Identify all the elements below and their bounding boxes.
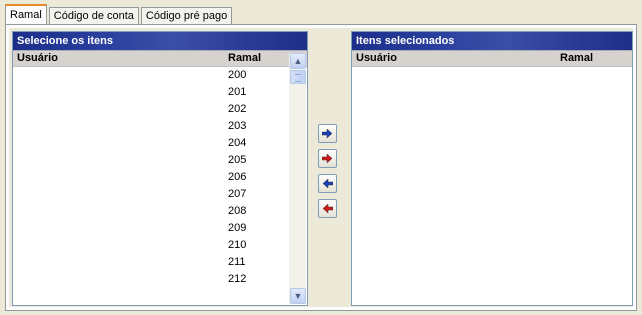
move-left-button[interactable] [318,174,337,193]
move-buttons [318,124,340,224]
ramal-cell: 206 [228,171,247,183]
double-arrow-right-icon [322,154,333,163]
ramal-cell: 200 [228,69,247,81]
arrow-left-icon [322,179,333,188]
tab-codigo-de-conta[interactable]: Código de conta [48,7,139,24]
scroll-up-button[interactable]: ▲ [290,53,306,69]
ramal-cell: 207 [228,188,247,200]
list-item[interactable]: 201 [13,84,307,101]
ramal-cell: 202 [228,103,247,115]
ramal-cell: 210 [228,239,247,251]
available-items-list: 200 201 202 203 204 205 206 207 208 209 210 211 212 [13,67,307,288]
available-items-column-headers: Usuário Ramal [13,51,307,67]
ramal-cell: 203 [228,120,247,132]
list-item[interactable]: 206 [13,169,307,186]
tab-panel: Selecione os itens Usuário Ramal 200 201 2… [5,24,637,311]
selected-items-title: Itens selecionados [352,32,632,51]
double-arrow-left-icon [322,204,333,213]
ramal-cell: 211 [228,256,246,268]
list-item[interactable]: 209 [13,220,307,237]
column-header-ramal[interactable]: Ramal [560,51,593,66]
list-item[interactable]: 212 [13,271,307,288]
ramal-cell: 201 [228,86,247,98]
window: Ramal Código de conta Código pré pago Se… [0,0,642,315]
ramal-cell: 205 [228,154,247,166]
available-items-title: Selecione os itens [13,32,307,51]
list-item[interactable]: 200 [13,67,307,84]
available-items-panel: Selecione os itens Usuário Ramal 200 201 2… [12,31,308,306]
list-item[interactable]: 208 [13,203,307,220]
ramal-cell: 212 [228,273,247,285]
tab-content: Selecione os itens Usuário Ramal 200 201 2… [9,28,633,307]
ramal-cell: 208 [228,205,247,217]
scroll-down-button[interactable]: ▼ [290,288,306,304]
list-item[interactable]: 203 [13,118,307,135]
selected-items-column-headers: Usuário Ramal [352,51,632,67]
tab-ramal[interactable]: Ramal [5,4,47,24]
move-all-right-button[interactable] [318,149,337,168]
ramal-cell: 204 [228,137,247,149]
list-item[interactable]: 205 [13,152,307,169]
move-all-left-button[interactable] [318,199,337,218]
scroll-thumb[interactable] [290,70,306,84]
tab-codigo-pre-pago[interactable]: Código pré pago [140,7,233,24]
arrow-right-icon [322,129,333,138]
column-header-usuario[interactable]: Usuário [17,51,58,66]
tab-strip: Ramal Código de conta Código pré pago [5,4,234,24]
column-header-usuario[interactable]: Usuário [356,51,397,66]
list-item[interactable]: 211 [13,254,307,271]
column-header-ramal[interactable]: Ramal [228,51,261,66]
list-item[interactable]: 204 [13,135,307,152]
selected-items-panel: Itens selecionados Usuário Ramal [351,31,633,306]
ramal-cell: 209 [228,222,247,234]
list-item[interactable]: 210 [13,237,307,254]
move-right-button[interactable] [318,124,337,143]
available-items-scrollbar[interactable]: ▲ ▼ [289,53,306,304]
list-item[interactable]: 202 [13,101,307,118]
list-item[interactable]: 207 [13,186,307,203]
